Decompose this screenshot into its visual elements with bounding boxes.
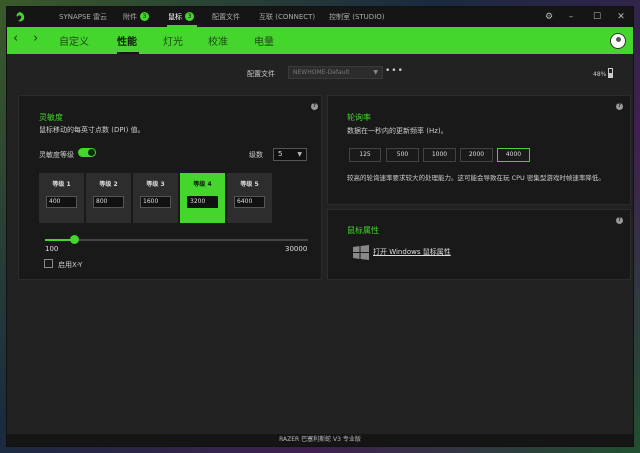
nav-accessories[interactable]: 附件 3: [123, 7, 149, 27]
title-bar: SYNAPSE 雷云 附件 3 鼠标 3 配置文件 互联 (CONNECT) 控制室…: [7, 7, 633, 27]
dpi-stage-input[interactable]: 1600: [140, 196, 171, 208]
device-name: RAZER 巴塞利斯蛇 V3 专业版: [279, 436, 361, 443]
device-footer: RAZER 巴塞利斯蛇 V3 专业版: [7, 434, 633, 446]
dpi-stage-2[interactable]: 等级 2 800: [86, 173, 131, 223]
dpi-stage-label: 等级 1: [52, 181, 71, 188]
stages-count-label: 级数: [249, 151, 263, 159]
polling-option-125[interactable]: 125: [349, 148, 381, 162]
tab-calibration[interactable]: 校准: [208, 33, 228, 48]
chevron-down-icon: ▼: [297, 151, 302, 158]
user-avatar[interactable]: [610, 33, 626, 49]
sub-nav-bar: ‹ › 自定义 性能 灯光 校准 电量: [7, 27, 633, 54]
sensitivity-title: 灵敏度: [39, 113, 63, 122]
dpi-slider-handle[interactable]: [70, 235, 79, 244]
help-icon[interactable]: ?: [616, 103, 623, 110]
more-options-icon[interactable]: •••: [385, 66, 404, 76]
polling-option-4000[interactable]: 4000: [497, 148, 530, 162]
dpi-slider-min: 100: [45, 245, 59, 253]
forward-arrow-icon[interactable]: ›: [33, 31, 38, 46]
dpi-stage-input[interactable]: 800: [93, 196, 124, 208]
nav-studio-label: 控制室 (STUDIO): [329, 13, 385, 21]
polling-description: 数据在一秒内的更新频率 (Hz)。: [347, 127, 448, 135]
maximize-icon[interactable]: ☐: [587, 7, 607, 27]
profile-label: 配置文件: [247, 70, 275, 78]
nav-connect[interactable]: 互联 (CONNECT): [259, 7, 315, 27]
nav-profiles-label: 配置文件: [212, 13, 240, 21]
tab-lighting[interactable]: 灯光: [163, 33, 183, 48]
tab-active-underline: [117, 52, 139, 54]
tab-power[interactable]: 电量: [254, 33, 274, 48]
polling-note: 较高的轮询速率要求较大的处理能力。这可能会导致在玩 CPU 密集型游戏时帧速率降…: [347, 174, 605, 182]
open-mouse-properties-link[interactable]: 打开 Windows 鼠标属性: [373, 247, 451, 257]
nav-profiles[interactable]: 配置文件: [212, 7, 240, 27]
enable-xy-label: 启用X-Y: [58, 261, 83, 269]
dpi-stage-label: 等级 3: [146, 181, 165, 188]
windows-logo-icon: [353, 245, 369, 260]
stages-toggle[interactable]: [78, 148, 96, 157]
nav-synapse-label: SYNAPSE 雷云: [59, 13, 108, 21]
minimize-icon[interactable]: –: [561, 7, 581, 27]
nav-mouse-badge: 3: [185, 12, 194, 21]
polling-option-500[interactable]: 500: [386, 148, 419, 162]
nav-connect-label: 互联 (CONNECT): [259, 13, 316, 21]
razer-logo-icon: [16, 12, 25, 22]
mouse-properties-panel: ? 鼠标属性: [327, 209, 631, 280]
enable-xy-checkbox[interactable]: [44, 259, 53, 268]
dpi-stage-1[interactable]: 等级 1 400: [39, 173, 84, 223]
dpi-stage-3[interactable]: 等级 3 1600: [133, 173, 178, 223]
dpi-stage-input[interactable]: 400: [46, 196, 77, 208]
polling-option-1000[interactable]: 1000: [423, 148, 456, 162]
dpi-stage-input[interactable]: 6400: [234, 196, 265, 208]
settings-gear-icon[interactable]: ⚙: [539, 7, 559, 27]
tab-customize[interactable]: 自定义: [59, 33, 89, 48]
nav-mouse[interactable]: 鼠标 3: [168, 7, 194, 27]
nav-studio[interactable]: 控制室 (STUDIO): [329, 7, 385, 27]
dpi-stage-input[interactable]: 3200: [187, 196, 218, 208]
stages-count-dropdown[interactable]: 5 ▼: [273, 148, 307, 161]
help-icon[interactable]: ?: [311, 103, 318, 110]
dpi-slider-track[interactable]: [45, 239, 308, 241]
help-icon[interactable]: ?: [616, 217, 623, 224]
sensitivity-description: 鼠标移动的每英寸点数 (DPI) 值。: [39, 126, 145, 134]
profile-dropdown[interactable]: NEWHOME-Default ▼: [288, 66, 383, 79]
tab-performance[interactable]: 性能: [117, 33, 137, 48]
app-window: SYNAPSE 雷云 附件 3 鼠标 3 配置文件 互联 (CONNECT) 控制室…: [6, 6, 634, 447]
dpi-stage-label: 等级 5: [240, 181, 259, 188]
battery-icon: [608, 68, 613, 78]
dpi-stage-4[interactable]: 等级 4 3200: [180, 173, 225, 223]
close-icon[interactable]: ✕: [611, 7, 631, 27]
mouse-properties-title: 鼠标属性: [347, 226, 379, 235]
stages-toggle-label: 灵敏度等级: [39, 151, 74, 159]
profile-dropdown-value: NEWHOME-Default: [293, 69, 350, 76]
dpi-slider-max: 30000: [285, 245, 308, 253]
polling-title: 轮询率: [347, 113, 371, 122]
nav-accessories-badge: 3: [140, 12, 149, 21]
nav-synapse[interactable]: SYNAPSE 雷云: [59, 7, 107, 27]
polling-option-2000[interactable]: 2000: [460, 148, 493, 162]
dpi-stage-label: 等级 4: [193, 181, 212, 188]
nav-accessories-label: 附件: [123, 13, 137, 21]
dpi-stage-5[interactable]: 等级 5 6400: [227, 173, 272, 223]
chevron-down-icon: ▼: [373, 69, 378, 76]
dpi-stage-label: 等级 2: [99, 181, 118, 188]
back-arrow-icon[interactable]: ‹: [13, 31, 18, 46]
battery-percent: 48%: [593, 71, 607, 78]
stages-count-value: 5: [278, 150, 283, 158]
nav-mouse-label: 鼠标: [168, 13, 182, 21]
